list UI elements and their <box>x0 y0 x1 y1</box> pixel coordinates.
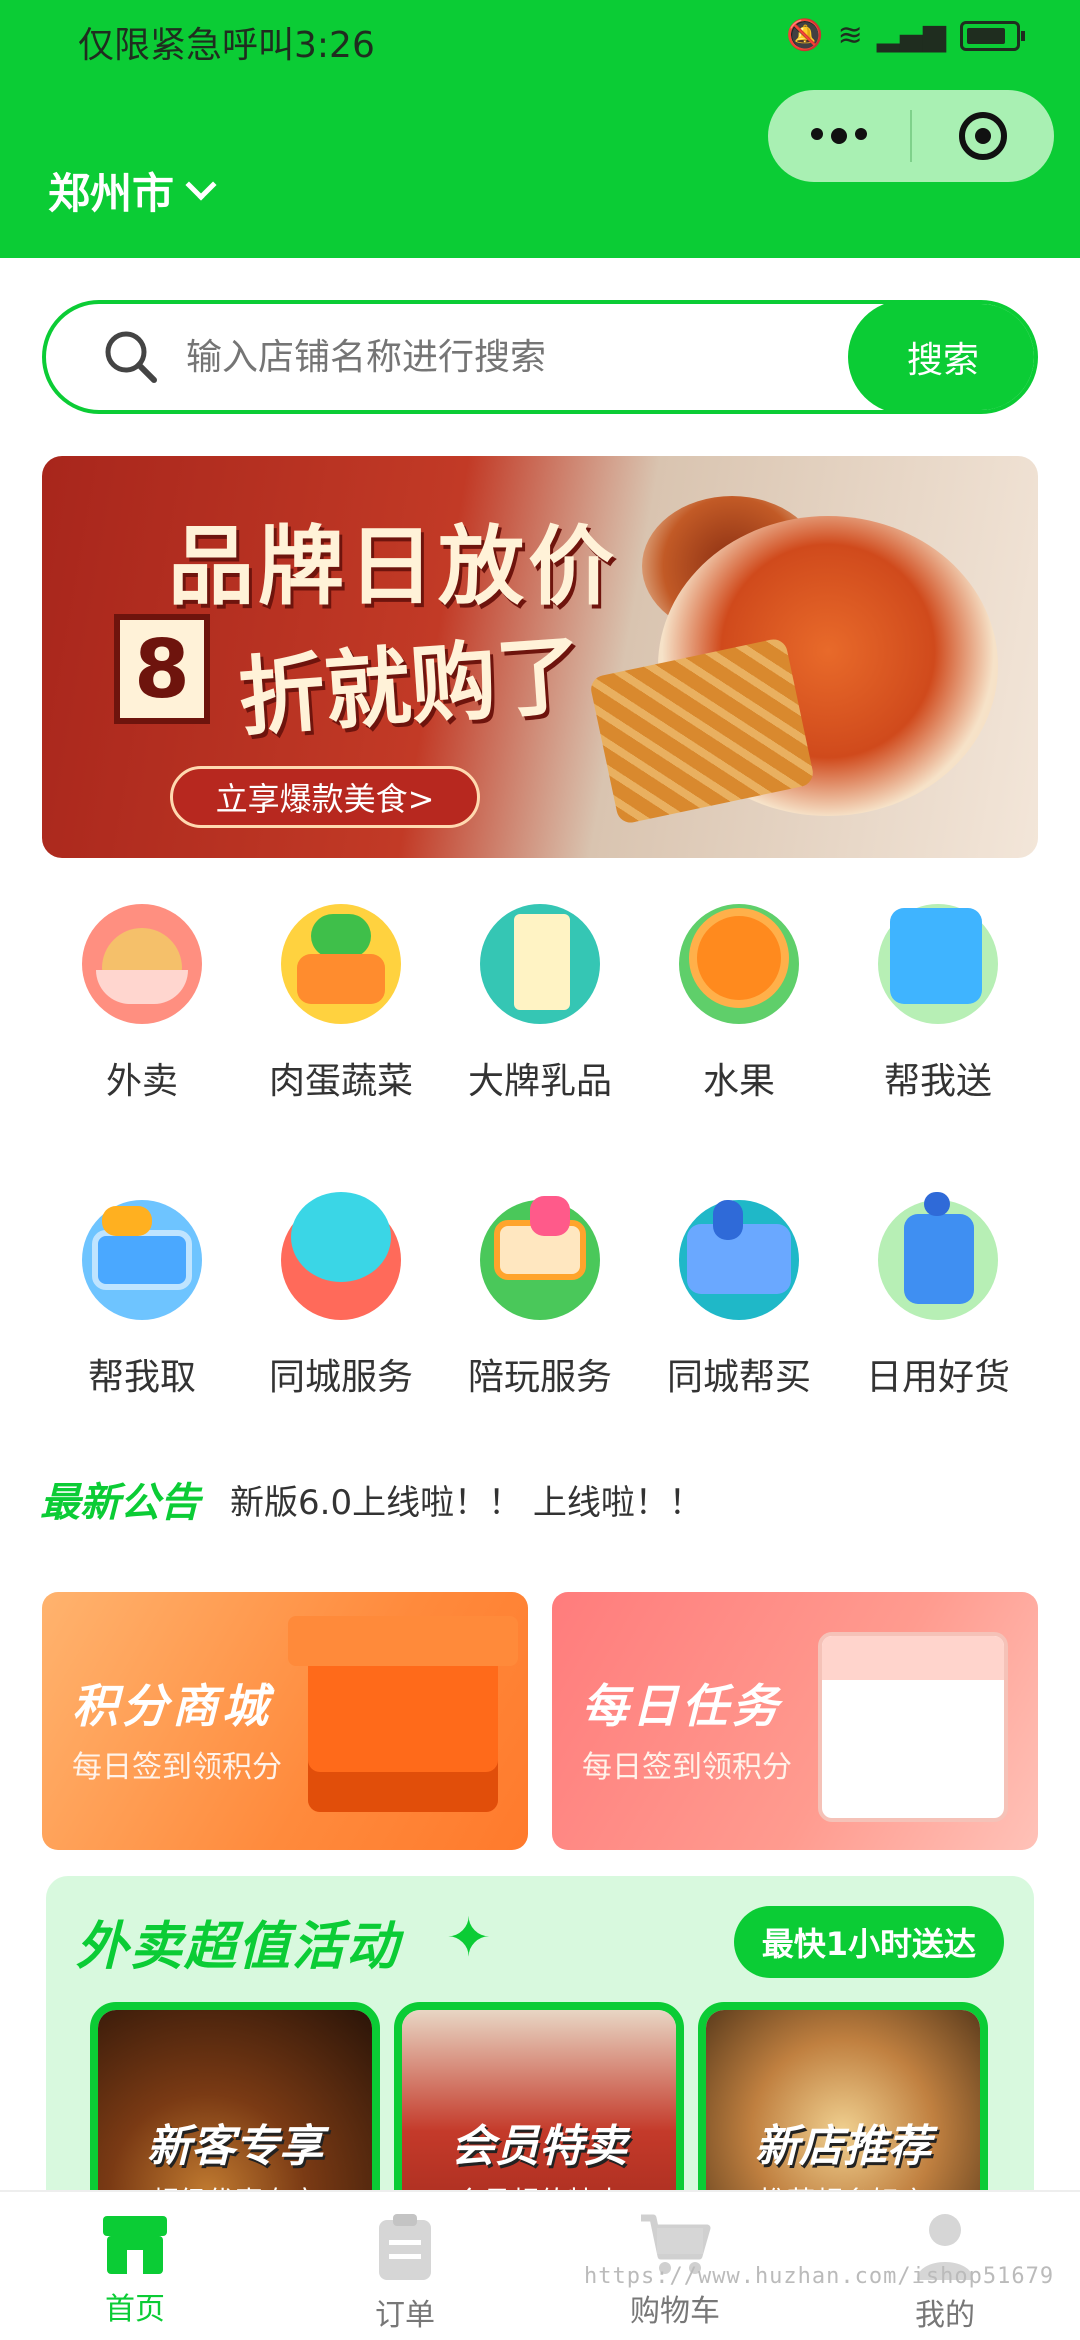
delivery-bag-icon <box>878 904 998 1024</box>
search-icon <box>86 328 176 386</box>
promo-subtitle: 每日签到领积分 <box>72 1750 282 1785</box>
milk-carton-icon <box>480 904 600 1024</box>
promo-banner[interactable]: 品牌日放价 8 折就购了 立享爆款美食> <box>42 456 1038 858</box>
status-icons: 🔕 ≋ ▂▄▆ <box>786 18 1025 53</box>
takeout-bowl-icon <box>82 904 202 1024</box>
tab-label: 我的 <box>915 2298 975 2333</box>
mute-icon: 🔕 <box>786 18 824 53</box>
category-label: 同城服务 <box>268 1357 413 1398</box>
game-box-icon <box>480 1196 600 1320</box>
battery-icon <box>960 20 1025 51</box>
target-icon <box>959 112 1007 160</box>
search-bar: 搜索 <box>42 300 1038 414</box>
heart-plus-icon <box>281 1192 401 1320</box>
promo-title: 积分商城 <box>72 1679 272 1733</box>
category-label: 同城帮买 <box>666 1357 811 1398</box>
banner-title: 品牌日放价 <box>168 517 618 617</box>
city-label: 郑州市 <box>48 169 175 218</box>
signal-icon: ▂▄▆ <box>876 18 946 53</box>
promo-subtitle: 每日签到领积分 <box>582 1750 792 1785</box>
category-fruit[interactable]: 水果 <box>654 904 824 1104</box>
promo-title: 每日任务 <box>582 1679 782 1733</box>
header-bar: 仅限紧急呼叫3:26 🔕 ≋ ▂▄▆ 郑州市 <box>0 0 1080 258</box>
search-button[interactable]: 搜索 <box>848 304 1034 410</box>
category-label: 陪玩服务 <box>467 1357 612 1398</box>
announcement-text: 新版6.0上线啦！！ 上线啦！！ <box>230 1482 703 1523</box>
category-label: 帮我送 <box>883 1061 992 1102</box>
category-takeout[interactable]: 外卖 <box>57 904 227 1104</box>
activity-card-title: 新客专享 <box>147 2121 323 2172</box>
daily-task-card[interactable]: 每日任务 每日签到领积分 <box>552 1592 1038 1850</box>
store-icon <box>103 2216 167 2274</box>
city-selector[interactable]: 郑州市 <box>48 160 217 221</box>
tab-home[interactable]: 首页 <box>0 2192 270 2340</box>
tab-label: 首页 <box>105 2292 165 2327</box>
points-mall-card[interactable]: 积分商城 每日签到领积分 <box>42 1592 528 1850</box>
mini-program-capsule <box>768 90 1054 182</box>
chevron-down-icon <box>185 168 217 201</box>
pickup-basket-icon <box>82 1200 202 1320</box>
category-dairy[interactable]: 大牌乳品 <box>455 904 625 1104</box>
shopping-box-icon <box>679 1200 799 1320</box>
category-label: 大牌乳品 <box>467 1061 612 1102</box>
activity-card-title: 会员特卖 <box>451 2121 627 2172</box>
banner-cta-button[interactable]: 立享爆款美食> <box>170 766 480 828</box>
vegetable-basket-icon <box>281 904 401 1024</box>
calendar-icon <box>818 1632 1008 1822</box>
delivery-time-badge: 最快1小时送达 <box>733 1906 1004 1978</box>
category-pickup-for-me[interactable]: 帮我取 <box>57 1200 227 1400</box>
gift-box-icon <box>288 1616 518 1812</box>
close-miniprogram-button[interactable] <box>912 112 1054 160</box>
activity-card-title: 新店推荐 <box>755 2121 931 2172</box>
category-daily-goods[interactable]: 日用好货 <box>853 1192 1023 1400</box>
more-dot-icon <box>831 128 847 144</box>
category-send-for-me[interactable]: 帮我送 <box>853 904 1023 1104</box>
activity-title: 外卖超值活动 <box>76 1917 401 1977</box>
status-bar-text: 仅限紧急呼叫3:26 <box>78 25 375 66</box>
category-city-buy[interactable]: 同城帮买 <box>654 1200 824 1400</box>
banner-subtitle: 折就购了 <box>235 625 586 749</box>
category-play-service[interactable]: 陪玩服务 <box>455 1196 625 1400</box>
tab-label: 订单 <box>375 2298 435 2333</box>
category-label: 水果 <box>702 1061 775 1102</box>
banner-number: 8 <box>114 614 210 724</box>
category-label: 日用好货 <box>865 1357 1010 1398</box>
wifi-icon: ≋ <box>837 18 863 53</box>
category-label: 外卖 <box>105 1061 178 1102</box>
clipboard-icon <box>379 2214 431 2280</box>
announcement-title: 最新公告 <box>40 1480 200 1526</box>
watermark-text: https://www.huzhan.com/ishop51679 <box>584 2264 1055 2289</box>
category-city-service[interactable]: 同城服务 <box>256 1192 426 1400</box>
announcement-bar[interactable]: 最新公告 新版6.0上线啦！！ 上线啦！！ <box>40 1470 703 1528</box>
more-dot-icon <box>811 128 823 140</box>
more-dot-icon <box>855 128 867 140</box>
orange-icon <box>679 904 799 1024</box>
sparkle-icon: ✦ <box>446 1906 492 1969</box>
category-vegetables[interactable]: 肉蛋蔬菜 <box>256 904 426 1104</box>
tab-label: 购物车 <box>630 2294 720 2329</box>
category-label: 帮我取 <box>87 1357 196 1398</box>
more-menu-button[interactable] <box>768 128 910 144</box>
category-label: 肉蛋蔬菜 <box>268 1061 413 1102</box>
soap-bottle-icon <box>878 1192 998 1320</box>
search-input[interactable] <box>186 336 848 378</box>
tab-orders[interactable]: 订单 <box>270 2192 540 2340</box>
